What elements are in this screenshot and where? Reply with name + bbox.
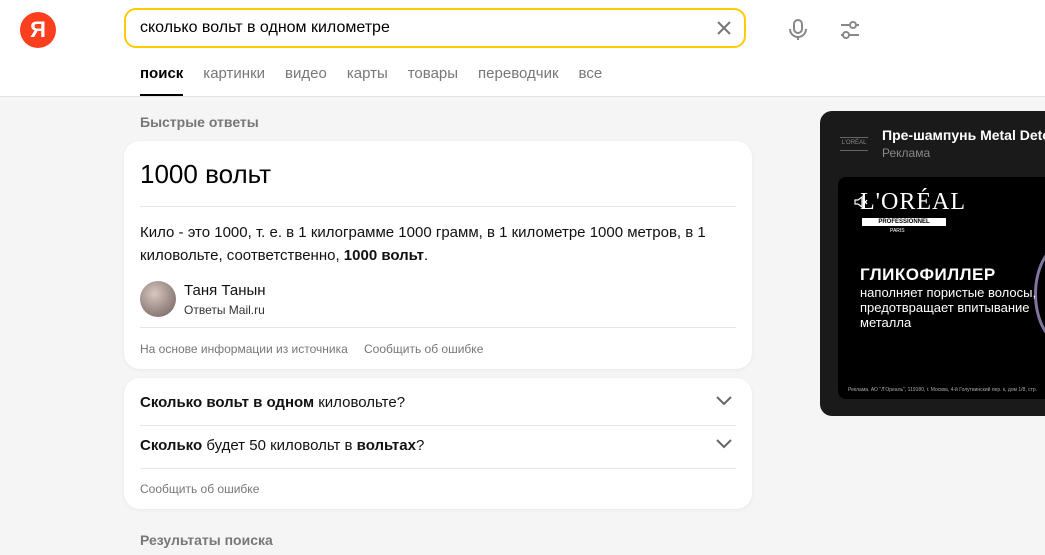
tab-translator[interactable]: переводчик: [478, 64, 558, 96]
ad-logo-city: PARIS: [890, 228, 905, 234]
ad-disclaimer: Реклама. АО "Л'Ореаль", 119180, г. Москв…: [848, 387, 1038, 393]
related-question[interactable]: Сколько будет 50 киловольт в вольтах?: [140, 421, 736, 463]
tab-search[interactable]: поиск: [140, 64, 184, 96]
ad-logo: L'ORÉAL: [860, 189, 966, 215]
divider: [140, 468, 736, 469]
author-name[interactable]: Таня Танын: [184, 282, 266, 299]
ad-heading: ГЛИКОФИЛЛЕР: [860, 265, 996, 284]
ad-title[interactable]: Пре-шампунь Metal Detox: [882, 127, 1045, 143]
source-info-link[interactable]: На основе информации из источника: [140, 342, 348, 356]
microphone-icon[interactable]: [786, 18, 810, 42]
chevron-down-icon: [716, 396, 732, 406]
tab-all[interactable]: все: [579, 64, 603, 96]
ad-logo-sub: PROFESSIONNEL: [862, 218, 946, 226]
search-tabs: поиск картинки видео карты товары перево…: [140, 64, 622, 96]
quick-answers-title: Быстрые ответы: [140, 114, 259, 130]
ad-card[interactable]: L'ORÉAL Пре-шампунь Metal Detox Реклама …: [820, 111, 1045, 416]
tab-video[interactable]: видео: [285, 64, 327, 96]
related-question[interactable]: Сколько вольт в одном киловольте?: [140, 378, 736, 420]
clear-icon[interactable]: [714, 18, 734, 38]
tab-maps[interactable]: карты: [347, 64, 388, 96]
ad-brand-logo: L'ORÉAL: [840, 137, 868, 151]
search-results-title: Результаты поиска: [140, 532, 273, 548]
ad-body: наполняет пористые волосы, предотвращает…: [860, 285, 1037, 330]
tab-images[interactable]: картинки: [203, 64, 265, 96]
answer-text: Кило - это 1000, т. е. в 1 килограмме 10…: [140, 224, 706, 264]
answer-title: 1000 вольт: [140, 159, 272, 189]
header: Я поиск картинки видео карты товары пере…: [0, 0, 1045, 97]
ad-label: Реклама: [882, 146, 931, 160]
filter-settings-icon[interactable]: [838, 18, 862, 42]
report-error-link[interactable]: Сообщить об ошибке: [140, 482, 259, 496]
search-box: [124, 8, 746, 48]
tab-products[interactable]: товары: [408, 64, 458, 96]
search-input[interactable]: [140, 10, 700, 46]
author-source[interactable]: Ответы Mail.ru: [184, 303, 265, 317]
related-questions-card: Сколько вольт в одном киловольте? Скольк…: [124, 378, 752, 509]
divider: [140, 327, 736, 328]
yandex-logo[interactable]: Я: [20, 12, 56, 48]
ad-image[interactable]: L'ORÉAL PROFESSIONNEL PARIS ГЛИКОФИЛЛЕР …: [838, 177, 1045, 399]
report-error-link[interactable]: Сообщить об ошибке: [364, 342, 483, 356]
chevron-down-icon: [716, 439, 732, 449]
divider: [140, 206, 736, 207]
quick-answer-card: 1000 вольт Кило - это 1000, т. е. в 1 ки…: [124, 141, 752, 369]
avatar[interactable]: [140, 281, 176, 317]
